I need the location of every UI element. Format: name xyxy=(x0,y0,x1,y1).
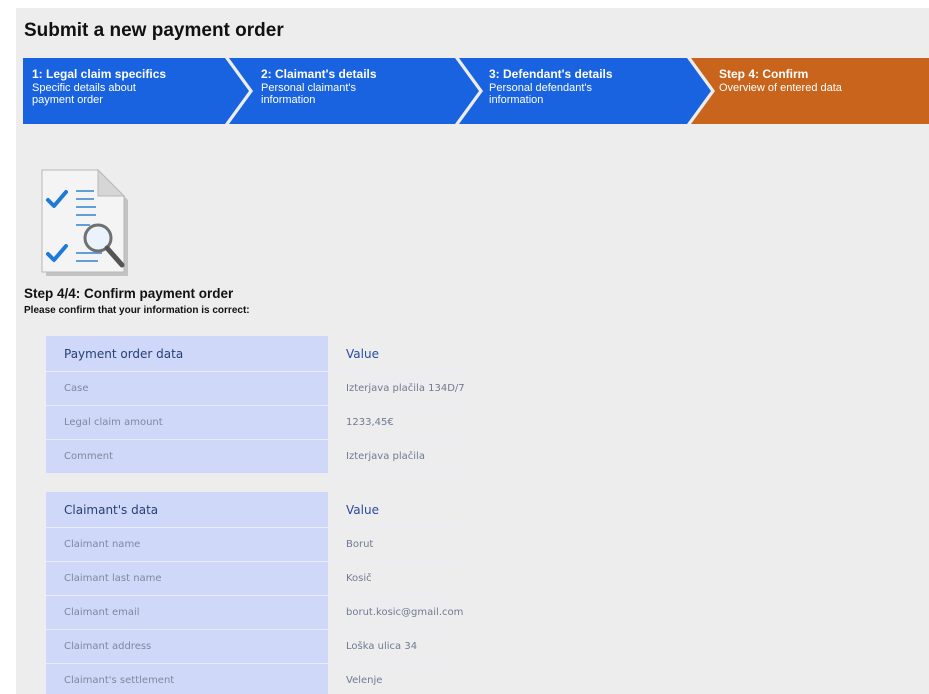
row-label: Claimant last name xyxy=(46,561,328,596)
wizard-step-4[interactable]: Step 4: Confirm Overview of entered data xyxy=(715,58,925,124)
wizard-step-3-title: 3: Defendant's details xyxy=(489,67,613,81)
table-header-row: Payment order data Value xyxy=(46,336,465,372)
row-value: Izterjava plačila 134D/7 xyxy=(328,371,465,406)
confirm-title: Step 4/4: Confirm payment order xyxy=(24,286,234,301)
wizard-progress: 1: Legal claim specifics Specific detail… xyxy=(23,58,929,124)
table-row: Claimant address Loška ulica 34 xyxy=(46,629,464,664)
row-value: Borut xyxy=(328,527,464,562)
row-label: Legal claim amount xyxy=(46,405,328,440)
page-title: Submit a new payment order xyxy=(24,20,284,41)
wizard-step-1-title: 1: Legal claim specifics xyxy=(32,67,167,81)
table-row: Comment Izterjava plačila xyxy=(46,439,465,474)
row-value: Kosič xyxy=(328,561,464,596)
document-check-magnifier-icon xyxy=(41,168,128,276)
wizard-step-3[interactable]: 3: Defendant's details Personal defendan… xyxy=(483,58,683,124)
row-value: Velenje xyxy=(328,663,464,694)
wizard-step-2-title: 2: Claimant's details xyxy=(261,67,377,81)
claimant-header-value: Value xyxy=(328,492,464,528)
wizard-step-3-desc: Personal defendant's information xyxy=(489,82,593,106)
wizard-step-1-desc: Specific details about payment order xyxy=(32,82,136,106)
wizard-step-2-desc: Personal claimant's information xyxy=(261,82,357,106)
row-label: Claimant's settlement xyxy=(46,663,328,694)
table-row: Legal claim amount 1233,45€ xyxy=(46,405,465,440)
row-label: Claimant address xyxy=(46,629,328,664)
row-value: 1233,45€ xyxy=(328,405,465,440)
table-row: Claimant's settlement Velenje xyxy=(46,663,464,694)
payment-header-value: Value xyxy=(328,336,465,372)
row-label: Claimant email xyxy=(46,595,328,630)
row-value: borut.kosic@gmail.com xyxy=(328,595,464,630)
claimant-header-key: Claimant's data xyxy=(46,492,328,528)
row-label: Comment xyxy=(46,439,328,474)
table-row: Claimant last name Kosič xyxy=(46,561,464,596)
confirm-subtitle: Please confirm that your information is … xyxy=(24,305,250,316)
row-label: Claimant name xyxy=(46,527,328,562)
table-row: Claimant name Borut xyxy=(46,527,464,562)
wizard-step-1[interactable]: 1: Legal claim specifics Specific detail… xyxy=(23,58,225,124)
payment-order-table: Payment order data Value Case Izterjava … xyxy=(46,336,465,474)
claimant-data-table: Claimant's data Value Claimant name Boru… xyxy=(46,492,464,694)
table-row: Claimant email borut.kosic@gmail.com xyxy=(46,595,464,630)
wizard-step-4-title: Step 4: Confirm xyxy=(719,67,809,81)
wizard-step-4-desc: Overview of entered data xyxy=(719,82,842,94)
wizard-step-2[interactable]: 2: Claimant's details Personal claimant'… xyxy=(253,58,453,124)
row-label: Case xyxy=(46,371,328,406)
page-container: Submit a new payment order 1: Legal clai… xyxy=(16,8,929,694)
row-value: Izterjava plačila xyxy=(328,439,465,474)
payment-header-key: Payment order data xyxy=(46,336,328,372)
table-header-row: Claimant's data Value xyxy=(46,492,464,528)
table-row: Case Izterjava plačila 134D/7 xyxy=(46,371,465,406)
row-value: Loška ulica 34 xyxy=(328,629,464,664)
